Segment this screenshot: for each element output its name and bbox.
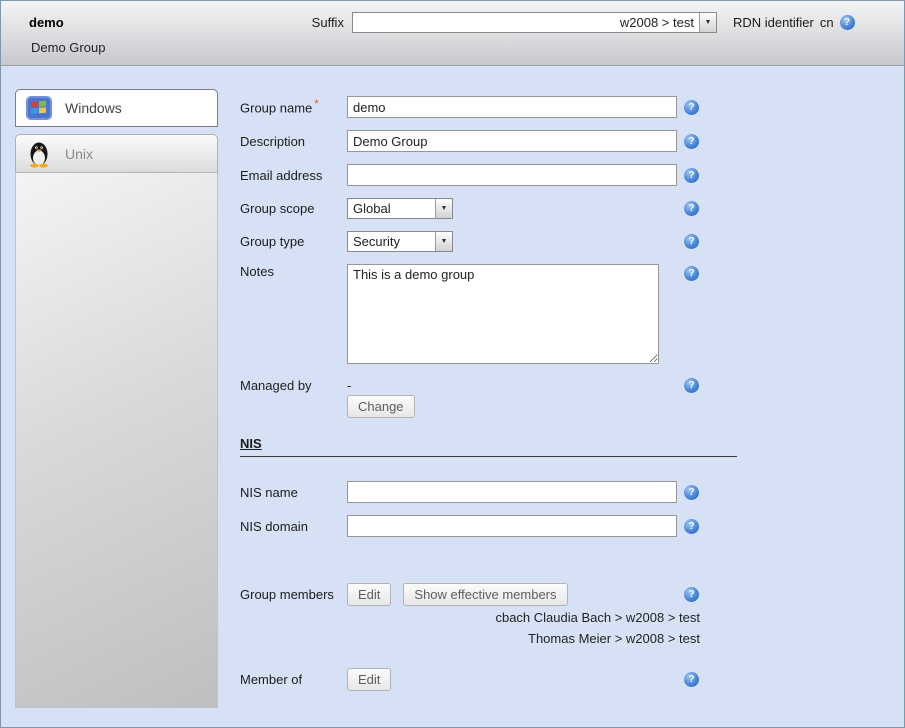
member-of-edit-button[interactable]: Edit <box>347 668 391 691</box>
help-icon-nis-domain[interactable]: ? <box>684 519 699 534</box>
help-icon-member-of[interactable]: ? <box>684 672 699 687</box>
form-area: Group name* ? Description ? Email addres… <box>218 66 904 728</box>
help-icon-managed-by[interactable]: ? <box>684 378 699 393</box>
member-of-label: Member of <box>240 672 347 687</box>
group-name-input[interactable] <box>347 96 677 118</box>
suffix-group: Suffix w2008 > test ▼ <box>312 12 717 33</box>
chevron-down-icon: ▼ <box>435 232 452 251</box>
suffix-label: Suffix <box>312 15 344 30</box>
group-members-list: cbach Claudia Bach > w2008 > test Thomas… <box>240 610 700 646</box>
notes-label: Notes <box>240 264 347 279</box>
group-member-item: Thomas Meier > w2008 > test <box>240 631 700 646</box>
tab-unix-label: Unix <box>65 146 93 162</box>
help-icon-email[interactable]: ? <box>684 168 699 183</box>
group-members-row: Group members Edit Show effective member… <box>240 583 904 606</box>
required-asterisk: * <box>314 98 318 110</box>
help-icon-group-scope[interactable]: ? <box>684 201 699 216</box>
email-input[interactable] <box>347 164 677 186</box>
tux-icon <box>25 140 53 168</box>
nis-domain-input[interactable] <box>347 515 677 537</box>
description-label: Description <box>240 134 347 149</box>
nis-name-input[interactable] <box>347 481 677 503</box>
rdn-identifier-label: RDN identifier <box>733 15 814 30</box>
group-type-select[interactable]: Security ▼ <box>347 231 453 252</box>
rdn-identifier-value: cn <box>820 15 834 30</box>
header: demo Suffix w2008 > test ▼ RDN identifie… <box>1 1 904 66</box>
group-scope-label: Group scope <box>240 201 347 216</box>
help-icon-notes[interactable]: ? <box>684 266 699 281</box>
help-icon-rdn[interactable]: ? <box>840 15 855 30</box>
group-name-label: Group name* <box>240 98 347 115</box>
group-members-label: Group members <box>240 587 347 602</box>
sidebar: Windows Unix <box>15 89 218 708</box>
page-subtitle: Demo Group <box>31 40 890 55</box>
suffix-select[interactable]: w2008 > test ▼ <box>352 12 717 33</box>
notes-row: Notes This is a demo group ? <box>240 264 904 364</box>
group-members-edit-button[interactable]: Edit <box>347 583 391 606</box>
nis-name-row: NIS name ? <box>240 481 904 503</box>
show-effective-members-button[interactable]: Show effective members <box>403 583 567 606</box>
group-scope-select[interactable]: Global ▼ <box>347 198 453 219</box>
managed-by-label: Managed by <box>240 378 347 393</box>
managed-by-row: Managed by - ? <box>240 378 904 393</box>
email-row: Email address ? <box>240 164 904 186</box>
group-type-row: Group type Security ▼ ? <box>240 231 904 252</box>
help-icon-group-members[interactable]: ? <box>684 587 699 602</box>
nis-domain-row: NIS domain ? <box>240 515 904 537</box>
description-input[interactable] <box>347 130 677 152</box>
group-scope-row: Group scope Global ▼ ? <box>240 198 904 219</box>
member-of-row: Member of Edit ? <box>240 668 904 691</box>
change-button[interactable]: Change <box>347 395 415 418</box>
content: Windows Unix <box>1 66 904 728</box>
help-icon-group-type[interactable]: ? <box>684 234 699 249</box>
notes-textarea[interactable]: This is a demo group <box>347 264 659 364</box>
chevron-down-icon: ▼ <box>435 199 452 218</box>
group-scope-selected-value: Global <box>348 199 435 218</box>
description-row: Description ? <box>240 130 904 152</box>
help-icon-description[interactable]: ? <box>684 134 699 149</box>
chevron-down-icon: ▼ <box>699 13 716 32</box>
nis-name-label: NIS name <box>240 485 347 500</box>
nis-domain-label: NIS domain <box>240 519 347 534</box>
sidebar-panel <box>15 172 218 708</box>
tab-windows-label: Windows <box>65 100 122 116</box>
group-edit-window: demo Suffix w2008 > test ▼ RDN identifie… <box>0 0 905 728</box>
nis-section-title: NIS <box>240 436 262 451</box>
group-type-label: Group type <box>240 234 347 249</box>
managed-by-value: - <box>347 378 684 393</box>
managed-by-change-row: Change <box>347 395 904 418</box>
help-icon-nis-name[interactable]: ? <box>684 485 699 500</box>
help-icon-group-name[interactable]: ? <box>684 100 699 115</box>
group-member-item: cbach Claudia Bach > w2008 > test <box>240 610 700 625</box>
header-title-row: demo Suffix w2008 > test ▼ RDN identifie… <box>29 11 890 33</box>
group-type-selected-value: Security <box>348 232 435 251</box>
rdn-group: RDN identifier cn ? <box>733 15 855 30</box>
windows-icon <box>25 94 53 122</box>
group-name-row: Group name* ? <box>240 96 904 118</box>
email-label: Email address <box>240 168 347 183</box>
suffix-selected-value: w2008 > test <box>353 13 699 32</box>
nis-section-header: NIS <box>240 436 737 457</box>
tab-unix[interactable]: Unix <box>15 134 218 172</box>
tab-windows[interactable]: Windows <box>15 89 218 127</box>
page-title: demo <box>29 15 64 30</box>
